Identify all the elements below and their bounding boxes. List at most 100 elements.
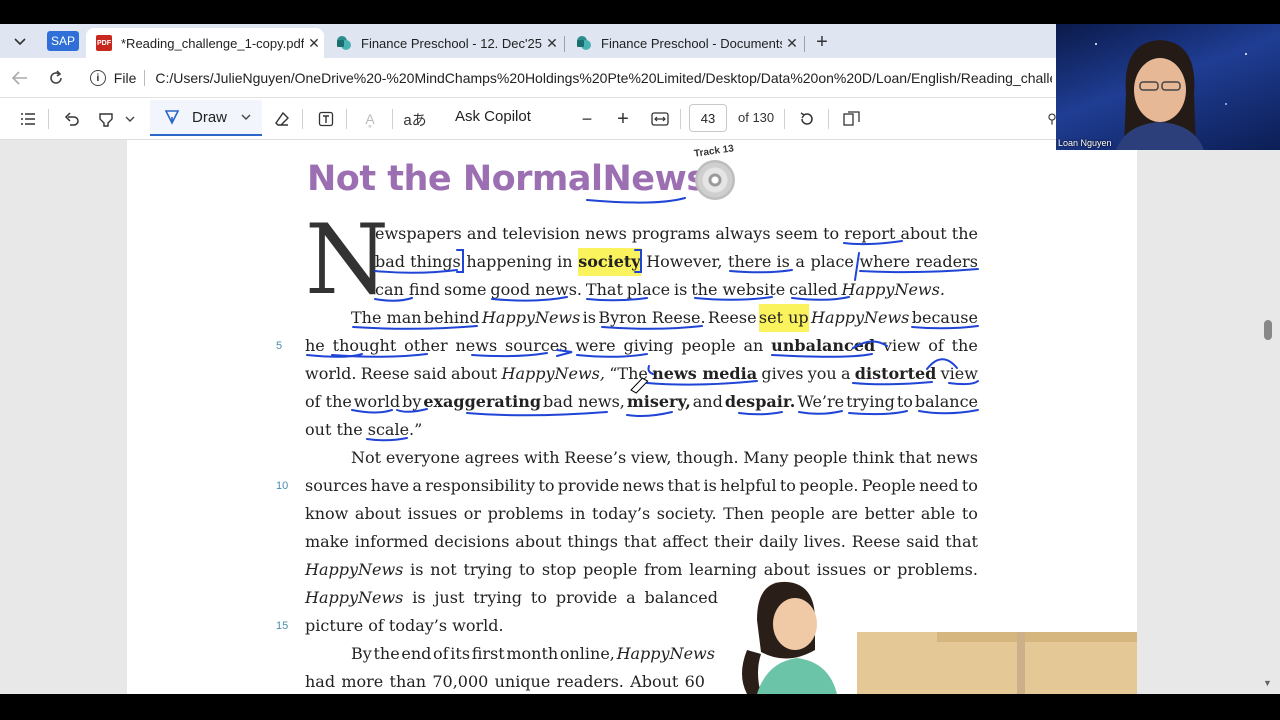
participant-name: Loan Nguyen [1058, 138, 1112, 148]
word: decisions [434, 532, 510, 551]
word: their [714, 532, 753, 551]
chevron-down-icon[interactable] [241, 114, 251, 120]
word: daily [758, 532, 798, 551]
scroll-down-icon[interactable]: ▼ [1263, 678, 1272, 688]
zoom-out-button[interactable]: − [576, 107, 598, 131]
word: misery, [626, 392, 691, 411]
word: by [402, 392, 422, 411]
word: “The [609, 364, 648, 383]
word: news [455, 336, 498, 355]
read-aloud-button[interactable]: aあ [402, 107, 428, 131]
new-tab-button[interactable]: + [810, 30, 834, 54]
vertical-scrollbar[interactable]: ▲ ▼ [1262, 140, 1274, 694]
word: balanced [644, 588, 718, 607]
undo-icon [64, 112, 79, 126]
close-icon[interactable]: ✕ [304, 35, 324, 52]
word: trying [463, 560, 513, 579]
word: 70,000 [432, 672, 489, 691]
word: Then [723, 504, 764, 523]
sap-workspace-button[interactable]: SAP [47, 31, 79, 51]
word: bad things [375, 252, 461, 271]
pen-icon [164, 110, 180, 125]
draw-button[interactable]: Draw [150, 100, 262, 136]
word: report [844, 224, 896, 243]
word: HappyNews [305, 560, 404, 579]
text-line: of the world by exaggerating bad news, misery… [305, 388, 978, 416]
pdf-viewer[interactable]: Not the Normal News Track 13 N ewspapers… [0, 140, 1280, 694]
tab-actions-menu-button[interactable] [6, 30, 34, 54]
page-number-input[interactable]: 43 [689, 104, 727, 132]
word: bad news, [543, 392, 625, 411]
tab-finance-preschool-dec[interactable]: Finance Preschool - 12. Dec'25 - / ✕ [326, 28, 562, 58]
audio-cd-icon [695, 160, 735, 200]
close-icon[interactable]: ✕ [782, 35, 802, 52]
erase-button[interactable] [270, 107, 294, 131]
chevron-down-icon [125, 116, 135, 122]
word: to [896, 392, 913, 411]
add-text-button[interactable] [314, 107, 338, 131]
contents-button[interactable] [16, 107, 40, 131]
back-button[interactable] [8, 66, 32, 90]
word: sources [305, 476, 368, 495]
highlight-options-button[interactable] [122, 107, 138, 131]
word: where [859, 252, 911, 271]
word: programs [631, 224, 711, 243]
word: is [703, 476, 717, 495]
arrow-left-icon [12, 71, 27, 85]
word: everyone [385, 448, 460, 467]
word: people. [799, 476, 859, 495]
undo-button[interactable] [60, 107, 84, 131]
text-line: The man behind HappyNews is Byron Reese. Rees… [351, 304, 978, 332]
word: HappyNews [305, 588, 404, 607]
ask-copilot-button[interactable]: Ask Copilot [455, 108, 531, 125]
word: despair. [724, 392, 796, 411]
word: society [578, 248, 641, 276]
word: to [538, 476, 555, 495]
url-text[interactable]: C:/Users/JulieNguyen/OneDrive%20-%20Mind… [155, 70, 1052, 86]
word: that [667, 476, 701, 495]
list-icon [21, 113, 35, 125]
divider [48, 109, 49, 129]
word: people [793, 448, 848, 467]
text-format-button[interactable]: A͈ [358, 107, 382, 131]
word: you [807, 364, 837, 383]
word: not [430, 560, 457, 579]
word: in [570, 504, 586, 523]
word: Reese [851, 532, 901, 551]
highlight-button[interactable] [94, 107, 118, 131]
word: balance [914, 392, 978, 411]
tab-reading-challenge-pdf[interactable]: PDF *Reading_challenge_1-copy.pdf ✕ [86, 28, 324, 58]
draw-label: Draw [192, 108, 228, 126]
info-icon[interactable]: i [90, 70, 106, 86]
word: that [898, 448, 932, 467]
text-line: Not everyone agrees with Reese’s view, though.… [351, 444, 978, 472]
refresh-button[interactable] [44, 66, 68, 90]
scrollbar-thumb[interactable] [1264, 320, 1272, 340]
zoom-in-button[interactable]: + [612, 107, 634, 131]
word: about [354, 504, 402, 523]
line-number: 15 [276, 620, 289, 632]
word: online, [559, 644, 615, 663]
divider [346, 109, 347, 129]
word: place [626, 280, 671, 299]
word: world [353, 392, 401, 411]
word: news [585, 224, 627, 243]
word: more [341, 672, 384, 691]
word: people [770, 504, 825, 523]
word: is [410, 560, 424, 579]
pdf-icon: PDF [96, 35, 112, 51]
text-line: bad things happening in society However, the… [375, 248, 978, 276]
divider [784, 109, 785, 129]
address-bar[interactable]: i File C:/Users/JulieNguyen/OneDrive%20-… [82, 64, 1052, 92]
page-view-button[interactable] [840, 107, 864, 131]
close-icon[interactable]: ✕ [542, 35, 562, 52]
tab-finance-preschool-documents[interactable]: Finance Preschool - Documents - ✕ [566, 28, 802, 58]
sharepoint-icon [577, 36, 591, 50]
word: said [906, 532, 940, 551]
rotate-button[interactable] [796, 107, 818, 131]
word: month [506, 644, 559, 663]
highlighter-icon [99, 113, 113, 127]
word: better [864, 504, 915, 523]
fit-to-page-button[interactable] [648, 107, 672, 131]
word: However, [646, 252, 723, 271]
